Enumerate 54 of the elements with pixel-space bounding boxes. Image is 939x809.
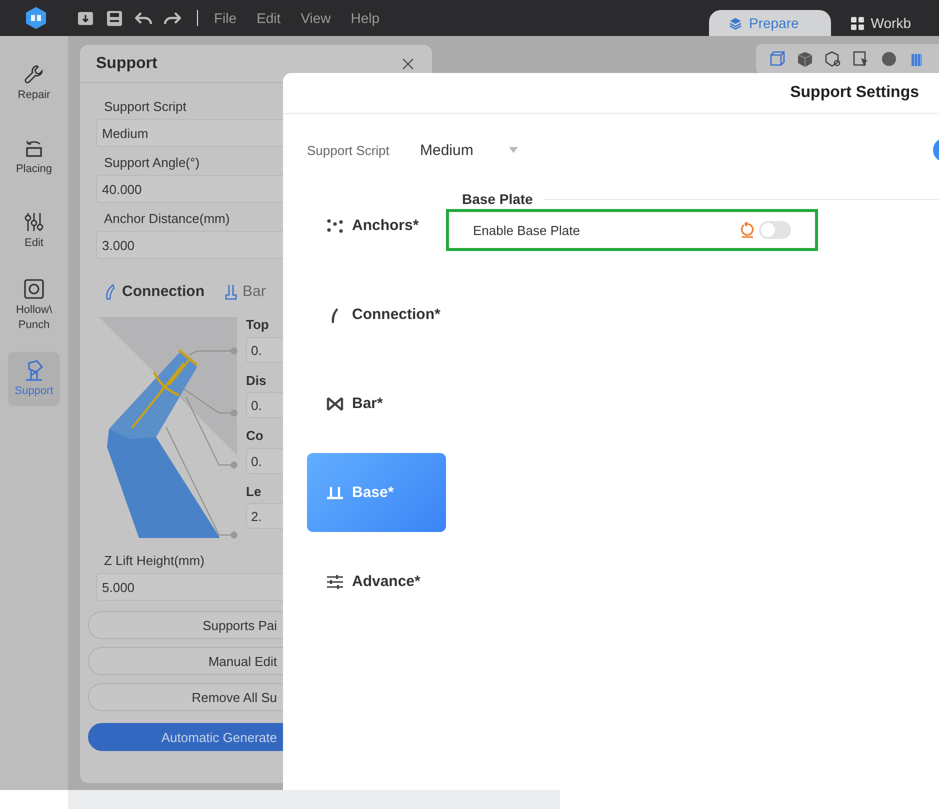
menu-item[interactable]: Help bbox=[350, 10, 380, 26]
sidebar-item[interactable]: Repair bbox=[8, 56, 60, 110]
curved-stroke-icon bbox=[104, 284, 116, 300]
section-title: Base Plate bbox=[462, 191, 533, 207]
workspace-tab[interactable]: Workb bbox=[830, 10, 939, 36]
solid-cube-icon[interactable] bbox=[796, 50, 814, 68]
cube-logo-icon bbox=[25, 6, 47, 30]
close-icon[interactable] bbox=[402, 58, 414, 70]
sliders-icon bbox=[23, 211, 45, 233]
settings-category[interactable]: Connection* bbox=[307, 275, 446, 354]
input-field[interactable]: 0. bbox=[246, 336, 286, 362]
field-label: Anchor Distance(mm) bbox=[104, 211, 230, 226]
setting-label: Enable Base Plate bbox=[473, 222, 581, 238]
redo-icon[interactable] bbox=[164, 10, 181, 26]
sliders-icon bbox=[326, 574, 344, 590]
input-field[interactable]: 0. bbox=[246, 392, 286, 418]
grid-icon bbox=[850, 16, 864, 30]
field-label: Z Lift Height(mm) bbox=[104, 553, 204, 568]
menu-item[interactable]: View bbox=[300, 10, 331, 26]
dialog-title: Support Settings bbox=[790, 84, 919, 102]
sidebar-item[interactable]: Edit bbox=[8, 204, 60, 258]
toggle-switch[interactable] bbox=[759, 221, 791, 239]
base-plate-icon bbox=[326, 484, 344, 500]
input-field[interactable]: 0. bbox=[246, 448, 286, 474]
sphere-icon[interactable] bbox=[880, 50, 898, 68]
panel-tab[interactable]: Connection bbox=[104, 283, 204, 300]
sidebar-item[interactable]: Hollow\ Punch bbox=[8, 278, 60, 332]
dots-icon bbox=[326, 218, 344, 234]
field-label: Co bbox=[246, 428, 264, 445]
undo-icon[interactable] bbox=[135, 10, 152, 26]
menu-item[interactable]: Edit bbox=[256, 10, 281, 26]
select-cursor-icon[interactable] bbox=[852, 50, 870, 68]
field-label: Dis bbox=[246, 372, 268, 390]
sidebar-item[interactable]: Placing bbox=[8, 130, 60, 184]
field-label: Top bbox=[246, 317, 270, 334]
caret-icon bbox=[509, 147, 518, 153]
wrench-icon bbox=[23, 63, 45, 85]
wireframe-cube-icon[interactable] bbox=[768, 50, 786, 68]
settings-category[interactable]: Bar* bbox=[307, 364, 446, 443]
reset-icon[interactable] bbox=[740, 222, 755, 238]
field-label: Support Angle(°) bbox=[104, 155, 200, 170]
cube-search-icon[interactable] bbox=[824, 50, 842, 68]
layers-icon bbox=[728, 16, 742, 30]
hollow-square-icon bbox=[23, 278, 45, 300]
pillar-icon bbox=[224, 284, 236, 300]
support-structure-icon bbox=[23, 359, 45, 381]
input-field[interactable]: 2. bbox=[246, 503, 286, 529]
field-label: Support Script bbox=[104, 99, 186, 114]
menu-item[interactable]: File bbox=[214, 10, 237, 26]
download-icon[interactable] bbox=[77, 10, 94, 26]
bowtie-icon bbox=[326, 396, 344, 412]
field-label: Le bbox=[246, 484, 262, 500]
save-icon[interactable] bbox=[106, 10, 123, 26]
panel-title: Support bbox=[96, 54, 158, 72]
